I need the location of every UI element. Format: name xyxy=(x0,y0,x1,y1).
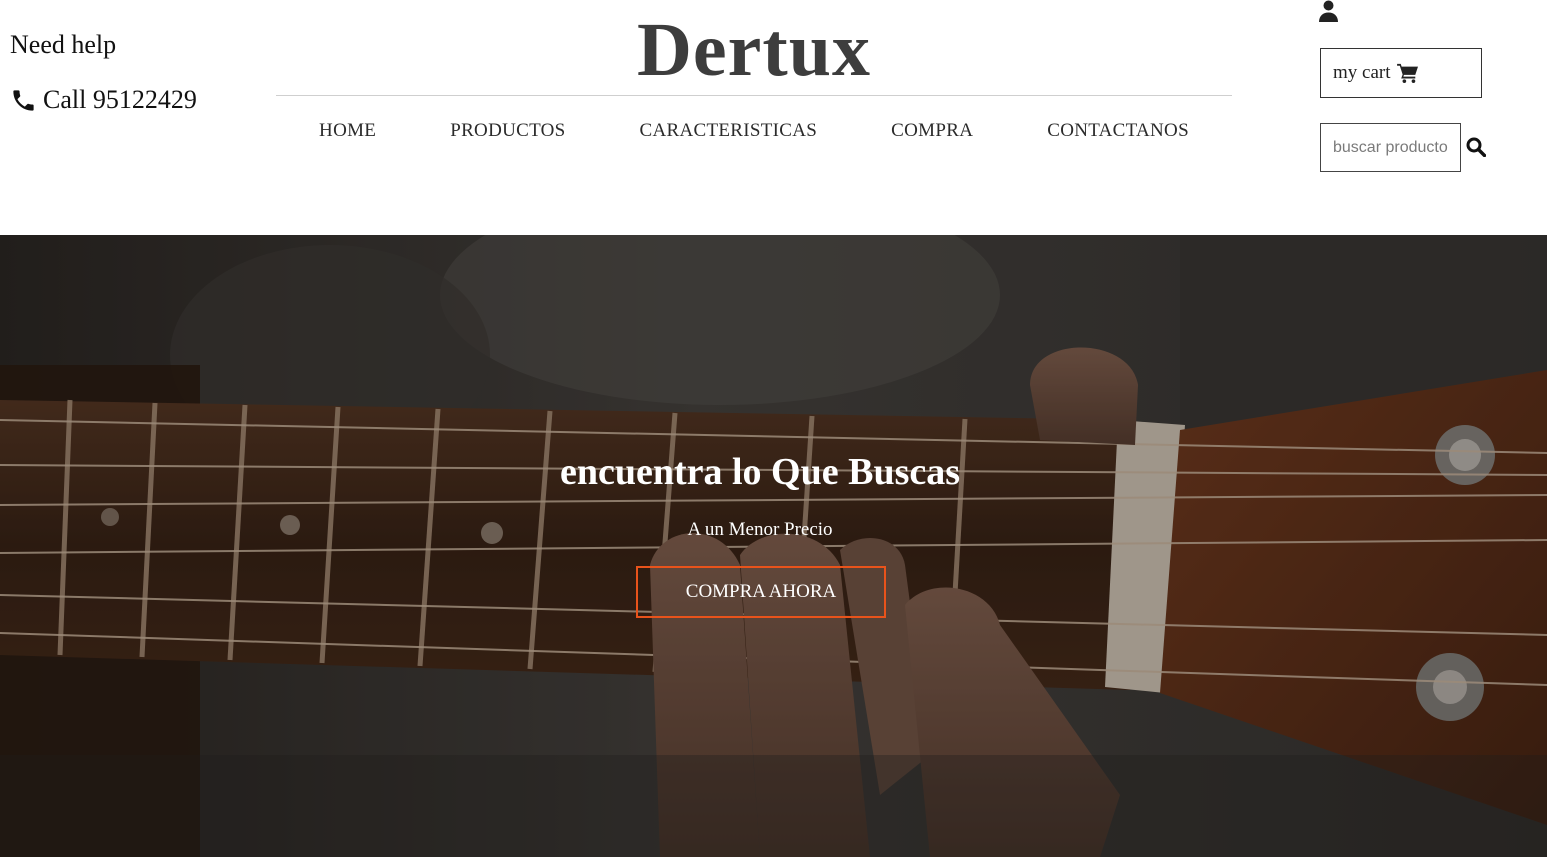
hero-banner: encuentra lo Que Buscas A un Menor Preci… xyxy=(0,235,1547,857)
nav-item-contactanos[interactable]: CONTACTANOS xyxy=(1047,120,1189,142)
nav-item-home[interactable]: HOME xyxy=(319,120,376,142)
cart-icon xyxy=(1396,63,1419,83)
user-icon[interactable] xyxy=(1319,0,1338,22)
site-header: Need help Call 95122429 Dertux HOME PROD… xyxy=(0,0,1547,235)
main-nav: HOME PRODUCTOS CARACTERISTICAS COMPRA CO… xyxy=(276,120,1232,142)
site-logo[interactable]: Dertux xyxy=(276,6,1232,94)
cart-label: my cart xyxy=(1333,62,1391,83)
need-help-text: Need help xyxy=(10,30,117,59)
call-text: Call 95122429 xyxy=(43,85,197,114)
hero-title: encuentra lo Que Buscas xyxy=(559,451,961,493)
nav-item-caracteristicas[interactable]: CARACTERISTICAS xyxy=(640,120,818,142)
call-link[interactable]: Call 95122429 xyxy=(10,85,197,115)
header-divider xyxy=(276,95,1232,96)
phone-icon xyxy=(10,87,37,114)
buy-now-button[interactable]: COMPRA AHORA xyxy=(636,566,886,618)
hero-overlay xyxy=(0,235,1547,857)
search-icon[interactable] xyxy=(1466,137,1486,157)
search-input[interactable] xyxy=(1320,123,1461,172)
nav-item-productos[interactable]: PRODUCTOS xyxy=(450,120,565,142)
nav-item-compra[interactable]: COMPRA xyxy=(891,120,973,142)
hero-subtitle: A un Menor Precio xyxy=(687,519,833,540)
my-cart-button[interactable]: my cart xyxy=(1320,48,1482,98)
